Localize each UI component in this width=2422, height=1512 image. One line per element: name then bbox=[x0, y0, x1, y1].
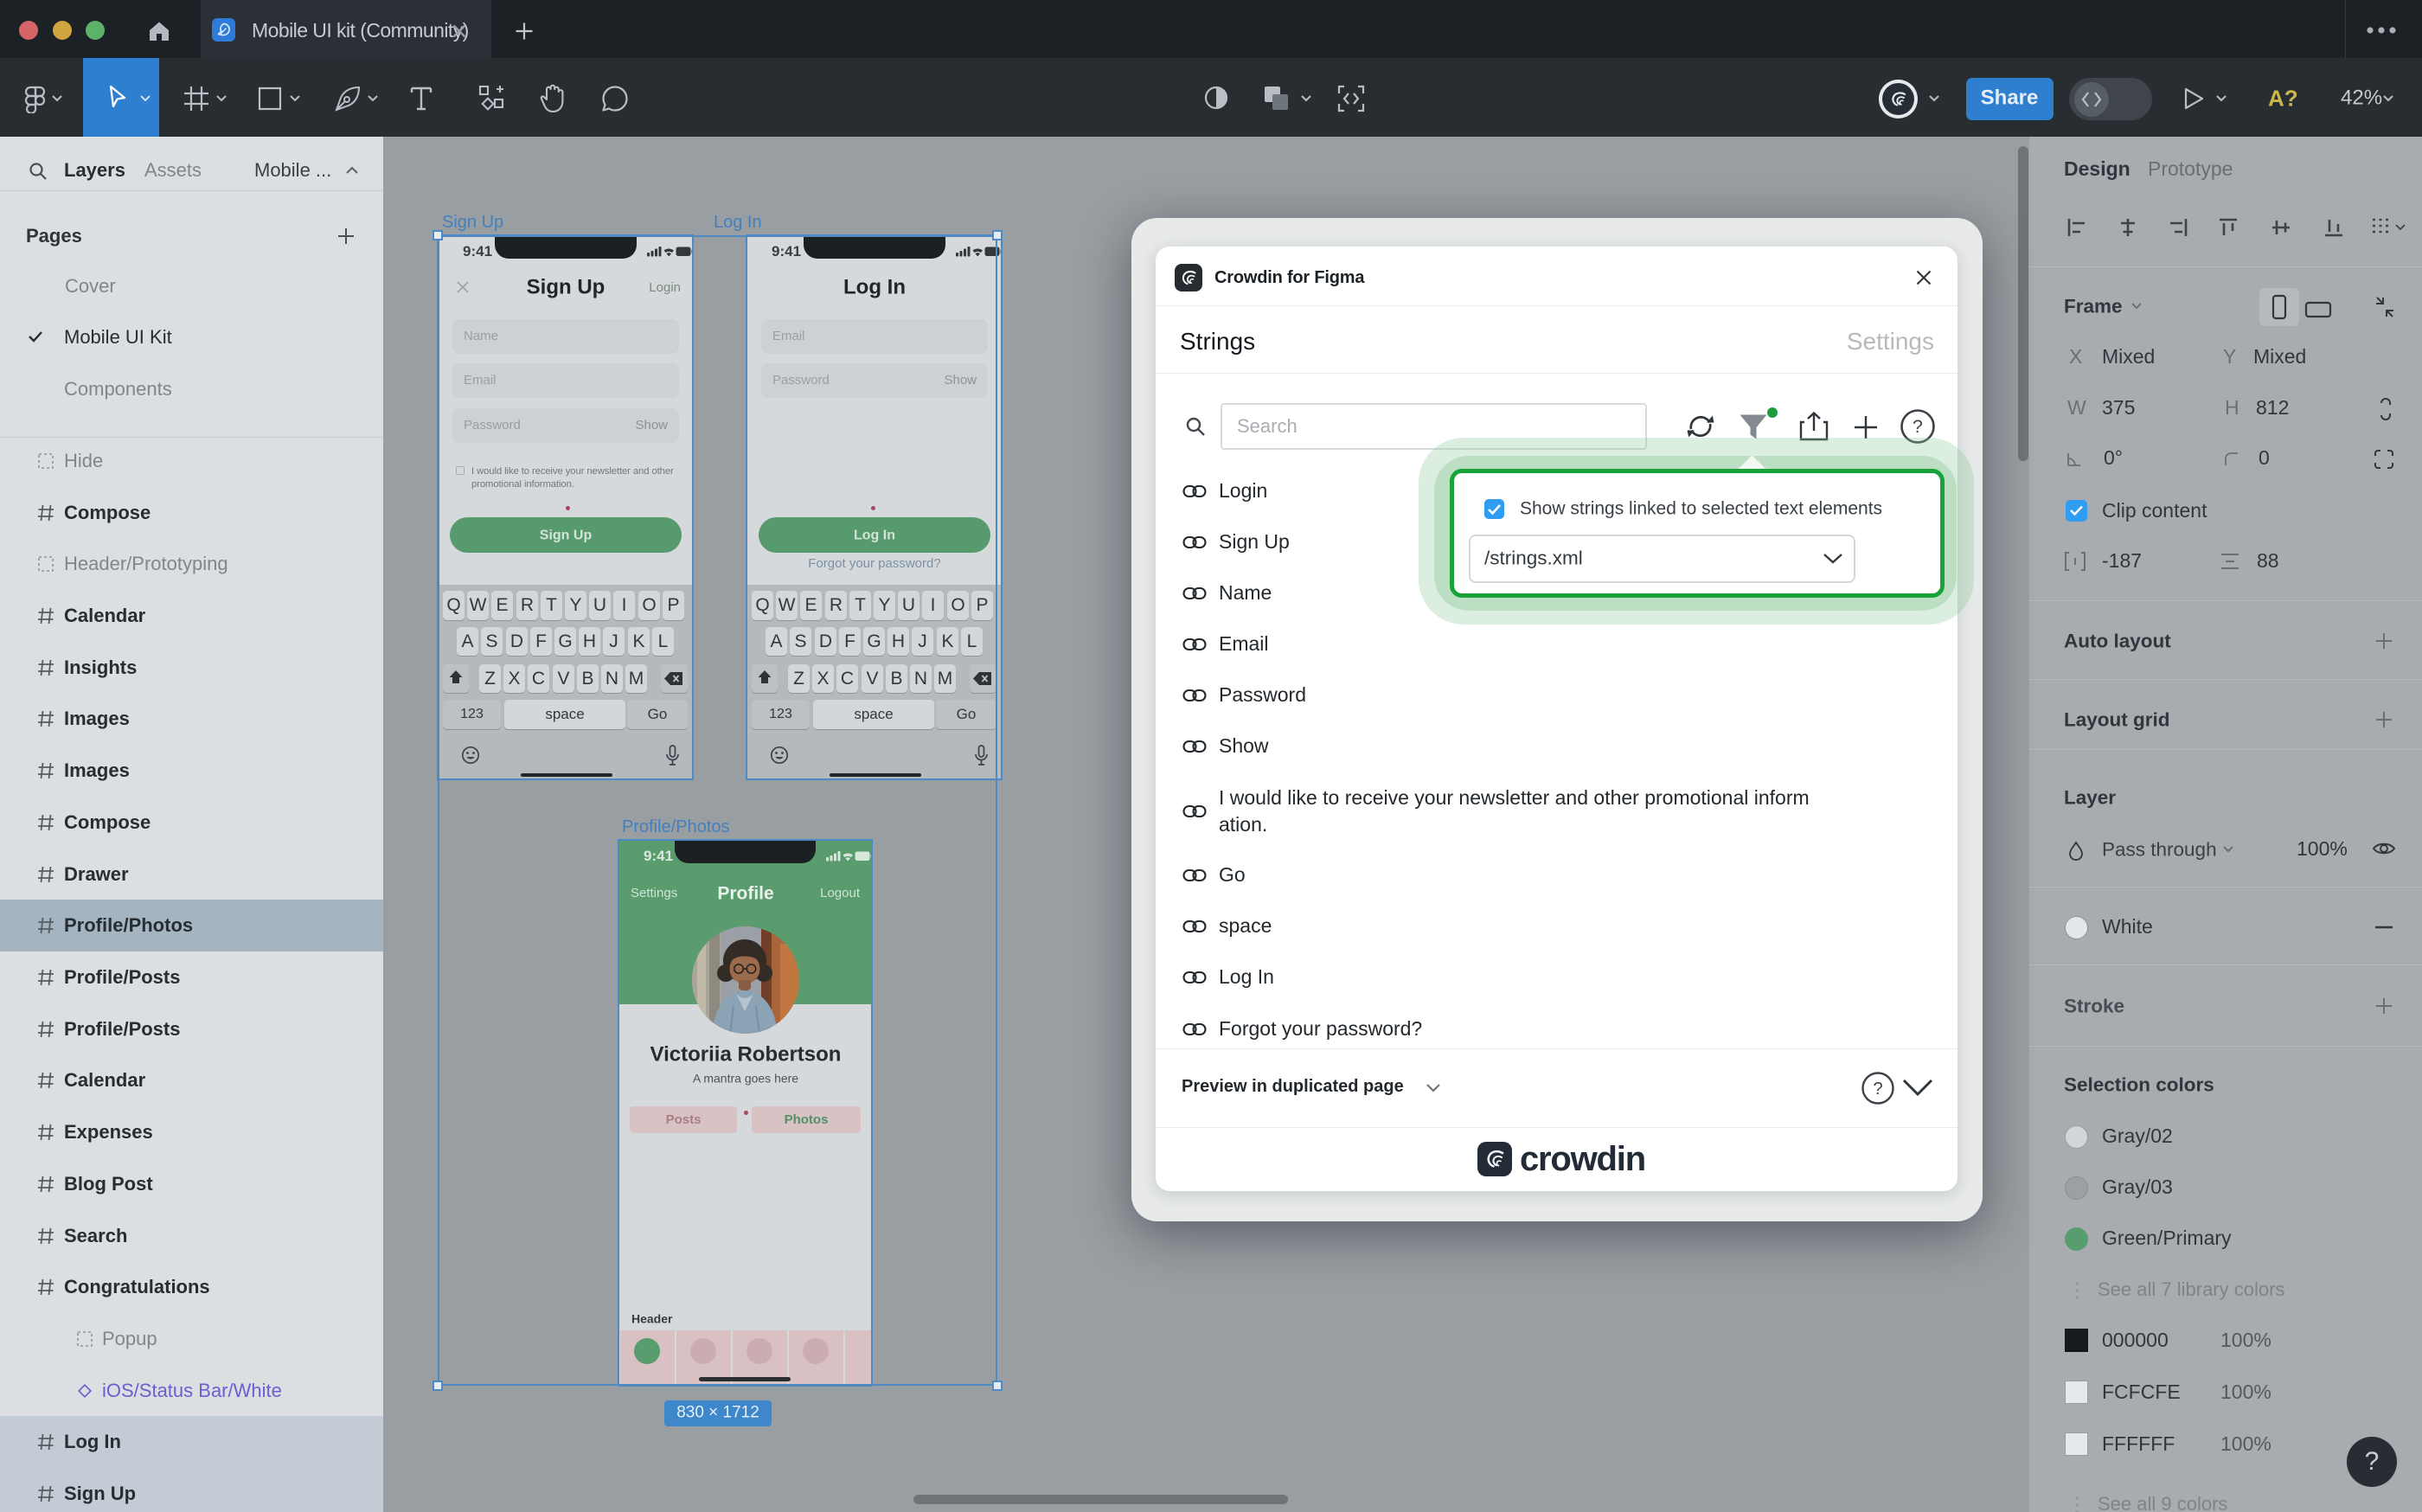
svg-text:?: ? bbox=[1913, 417, 1923, 437]
svg-text:?: ? bbox=[1873, 1080, 1882, 1099]
